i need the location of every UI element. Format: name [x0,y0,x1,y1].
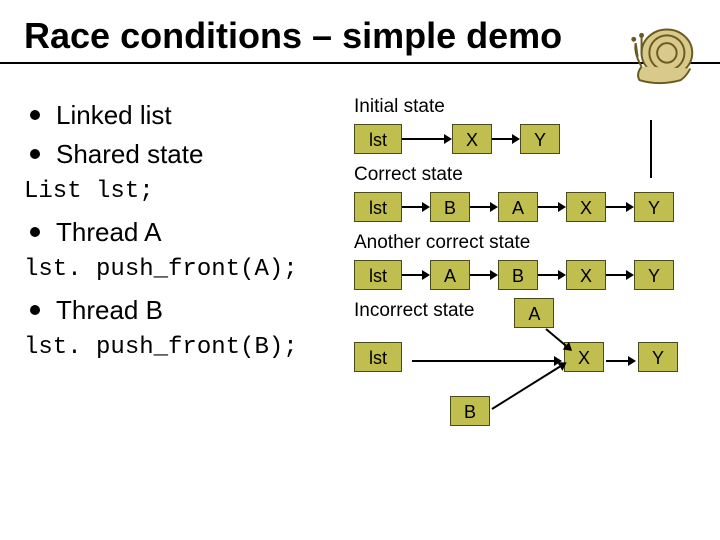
code-push-a: lst. push_front(A); [24,256,354,283]
chain-another: lst A B X Y [354,260,696,290]
bullet-shared-state: Shared state [30,139,354,170]
bullet-icon [30,305,40,315]
bullet-linked-list: Linked list [30,100,354,131]
bullet-icon [30,149,40,159]
node-a-dangling: A [514,298,554,328]
arrow-icon [538,270,566,280]
left-column: Linked list Shared state List lst; Threa… [24,82,354,438]
arrow-icon [470,202,498,212]
arrow-icon [606,270,634,280]
arrow-icon [606,202,634,212]
node-y: Y [634,192,674,222]
node-a: A [498,192,538,222]
row-incorrect-label: Incorrect state A [354,300,696,328]
arrow-icon [470,270,498,280]
code-push-b: lst. push_front(B); [24,334,354,361]
slide: Race conditions – simple demo Linked lis… [0,0,720,540]
arrow-icon [543,325,575,355]
node-lst: lst [354,124,402,154]
chain-correct: lst B A X Y [354,192,696,222]
right-column: Initial state lst X Y Correct state lst … [354,82,696,438]
node-y: Y [634,260,674,290]
label-another-correct-state: Another correct state [354,232,696,254]
arrow-icon [489,358,569,413]
arrow-icon [402,202,430,212]
node-y: Y [638,342,678,372]
chain-initial: lst X Y [354,124,696,154]
bullet-label: Linked list [56,100,172,131]
arrow-icon [412,356,562,366]
title-underline [0,62,720,64]
node-b-dangling: B [450,396,490,426]
arrow-icon [492,134,520,144]
label-incorrect-state: Incorrect state [354,300,474,322]
label-correct-state: Correct state [354,164,696,186]
slide-title: Race conditions – simple demo [24,16,696,56]
node-x: X [566,260,606,290]
bullet-label: Thread A [56,217,162,248]
node-lst: lst [354,342,402,372]
bullet-thread-a: Thread A [30,217,354,248]
bullet-icon [30,227,40,237]
node-lst: lst [354,260,402,290]
code-decl: List lst; [24,178,354,205]
bullet-icon [30,110,40,120]
bullet-label: Thread B [56,295,163,326]
arrow-icon [606,356,636,366]
node-y: Y [520,124,560,154]
chain-incorrect: lst X Y B [354,328,694,438]
node-x: X [566,192,606,222]
bullet-label: Shared state [56,139,203,170]
arrow-icon [402,134,452,144]
arrow-icon [538,202,566,212]
arrow-icon [402,270,430,280]
slide-body: Linked list Shared state List lst; Threa… [24,82,696,438]
node-b: B [498,260,538,290]
node-lst: lst [354,192,402,222]
label-initial-state: Initial state [354,96,696,118]
snail-icon [624,10,702,88]
node-a: A [430,260,470,290]
bullet-thread-b: Thread B [30,295,354,326]
node-b: B [430,192,470,222]
node-x: X [452,124,492,154]
